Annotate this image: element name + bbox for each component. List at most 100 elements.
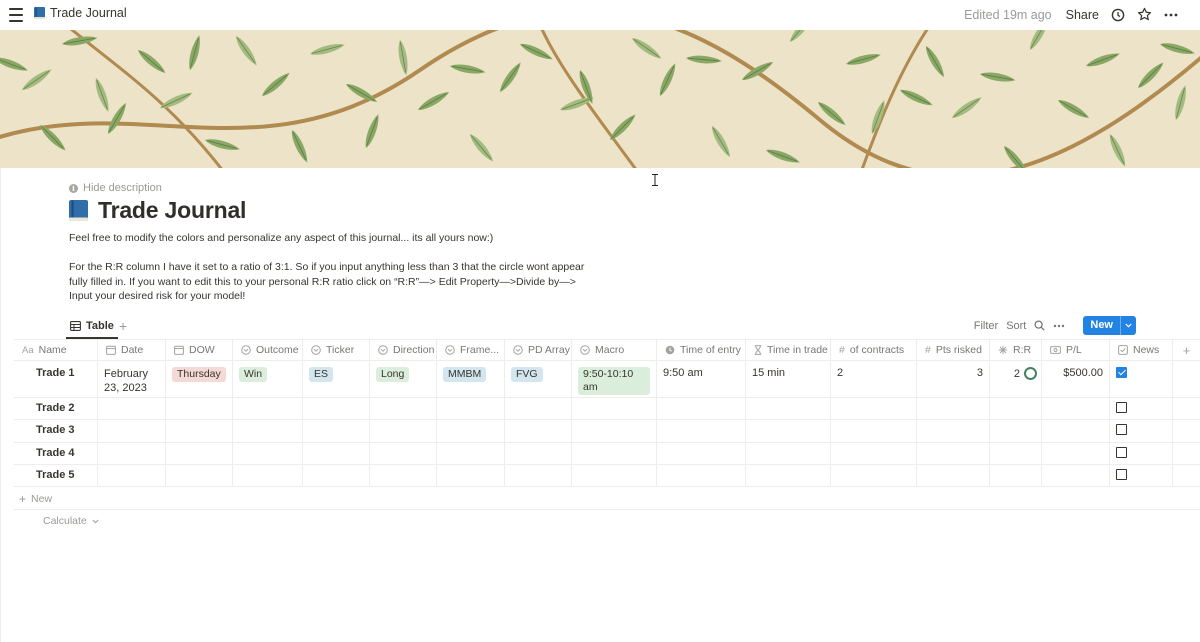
view-actions: Filter Sort New — [974, 316, 1136, 335]
select-property-icon — [445, 345, 455, 355]
database-table: Aa Name Date DOW Outcome Ticker Directio… — [14, 339, 1200, 488]
divider — [14, 509, 1200, 510]
new-button[interactable]: New — [1083, 316, 1136, 335]
ticker-tag: ES — [309, 367, 334, 382]
more-options-icon[interactable] — [1164, 13, 1178, 17]
info-icon: i — [69, 183, 78, 193]
news-checkbox[interactable] — [1116, 424, 1127, 436]
column-header-contracts[interactable]: # of contracts — [831, 340, 917, 360]
number-property-icon: # — [925, 344, 931, 356]
macro-cell[interactable]: 9:50-10:10 am — [572, 361, 657, 397]
pd-array-tag: FVG — [511, 367, 543, 382]
add-column-icon[interactable]: + — [1173, 340, 1200, 360]
column-header-outcome[interactable]: Outcome — [233, 340, 303, 360]
top-actions: Edited 19m ago Share — [964, 7, 1178, 22]
news-checkbox[interactable] — [1116, 446, 1127, 458]
column-header-pd-array[interactable]: PD Array — [505, 340, 572, 360]
news-checkbox[interactable] — [1116, 367, 1127, 378]
date-cell[interactable]: February 23, 2023 — [98, 361, 166, 397]
hide-description-button[interactable]: i Hide description — [69, 182, 162, 194]
pts-risked-cell[interactable]: 3 — [917, 361, 990, 397]
time-of-entry-cell[interactable]: 9:50 am — [657, 361, 746, 397]
name-cell[interactable]: Trade 2 — [14, 398, 98, 420]
table-row[interactable]: Trade 4 — [14, 442, 1200, 465]
news-cell[interactable] — [1110, 398, 1173, 420]
news-cell[interactable] — [1110, 361, 1173, 397]
table-row[interactable]: Trade 3 — [14, 420, 1200, 443]
name-cell[interactable]: Trade 5 — [14, 464, 98, 487]
clock-icon[interactable] — [1111, 8, 1125, 22]
news-checkbox[interactable] — [1116, 402, 1127, 413]
calendar-icon — [106, 345, 116, 355]
hourglass-icon — [754, 345, 762, 355]
rr-cell[interactable]: 2 — [990, 361, 1042, 397]
calendar-icon — [174, 345, 184, 355]
column-header-dow[interactable]: DOW — [166, 340, 233, 360]
page-title[interactable]: Trade Journal — [68, 197, 246, 224]
table-header: Aa Name Date DOW Outcome Ticker Directio… — [14, 339, 1200, 361]
book-icon — [34, 7, 45, 19]
new-button-label: New — [1090, 319, 1113, 331]
table-row[interactable]: Trade 2 — [14, 398, 1200, 421]
pd-array-cell[interactable]: FVG — [505, 361, 572, 397]
frame-cell[interactable]: MMBM — [437, 361, 505, 397]
edited-timestamp: Edited 19m ago — [964, 7, 1052, 22]
name-cell[interactable]: Trade 1 — [14, 361, 98, 397]
column-header-time-in-trade[interactable]: Time in trade — [746, 340, 831, 360]
tab-table[interactable]: Table — [66, 315, 118, 339]
news-checkbox[interactable] — [1116, 468, 1127, 480]
cover-image[interactable] — [0, 30, 1200, 168]
select-property-icon — [241, 345, 251, 355]
column-header-rr[interactable]: R:R — [990, 340, 1042, 360]
ticker-cell[interactable]: ES — [303, 361, 370, 397]
column-header-news[interactable]: News — [1110, 340, 1173, 360]
frame-tag: MMBM — [443, 367, 487, 382]
column-header-pts-risked[interactable]: # Pts risked — [917, 340, 990, 360]
news-cell[interactable] — [1110, 420, 1173, 442]
column-header-time-of-entry[interactable]: Time of entry — [657, 340, 746, 360]
time-in-trade-cell[interactable]: 15 min — [746, 361, 831, 397]
contracts-cell[interactable]: 2 — [831, 361, 917, 397]
pl-cell[interactable]: $500.00 — [1042, 361, 1110, 397]
column-header-date[interactable]: Date — [98, 340, 166, 360]
column-header-frame[interactable]: Frame... — [437, 340, 505, 360]
willow-leaf-pattern — [0, 30, 1200, 168]
chevron-down-icon[interactable] — [1120, 316, 1136, 335]
page-description[interactable]: Feel free to modify the colors and perso… — [69, 231, 589, 318]
name-cell[interactable]: Trade 3 — [14, 420, 98, 442]
direction-cell[interactable]: Long — [370, 361, 437, 397]
star-icon[interactable] — [1137, 7, 1152, 22]
checkbox-property-icon — [1118, 345, 1128, 355]
text-property-icon: Aa — [22, 344, 34, 356]
filter-button[interactable]: Filter — [974, 320, 998, 332]
rr-progress-ring — [1024, 367, 1037, 380]
add-row-button[interactable]: + New — [19, 492, 52, 506]
table-row[interactable]: Trade 1 February 23, 2023 Thursday Win E… — [14, 361, 1200, 398]
chevron-down-icon — [92, 519, 99, 524]
top-bar: Trade Journal Edited 19m ago Share — [0, 0, 1200, 30]
column-header-direction[interactable]: Direction — [370, 340, 437, 360]
table-row[interactable]: Trade 5 — [14, 464, 1200, 488]
column-header-ticker[interactable]: Ticker — [303, 340, 370, 360]
breadcrumb[interactable]: Trade Journal — [33, 6, 127, 20]
add-view-icon[interactable]: + — [119, 318, 127, 334]
sidebar-menu-icon[interactable] — [9, 8, 23, 22]
column-header-pl[interactable]: P/L — [1042, 340, 1110, 360]
share-button[interactable]: Share — [1066, 8, 1099, 22]
dow-tag: Thursday — [172, 367, 226, 382]
formula-icon — [998, 345, 1008, 355]
name-cell[interactable]: Trade 4 — [14, 442, 98, 464]
table-icon — [70, 321, 81, 331]
sort-button[interactable]: Sort — [1006, 320, 1026, 332]
calculate-button[interactable]: Calculate — [43, 515, 99, 527]
outcome-cell[interactable]: Win — [233, 361, 303, 397]
column-header-macro[interactable]: Macro — [572, 340, 657, 360]
news-cell[interactable] — [1110, 442, 1173, 464]
news-cell[interactable] — [1110, 464, 1173, 487]
search-icon[interactable] — [1034, 320, 1046, 331]
dow-cell[interactable]: Thursday — [166, 361, 233, 397]
rr-value: 2 — [1013, 368, 1020, 380]
column-header-name[interactable]: Aa Name — [14, 340, 98, 360]
more-options-icon[interactable] — [1053, 324, 1065, 328]
number-property-icon: # — [839, 344, 845, 356]
